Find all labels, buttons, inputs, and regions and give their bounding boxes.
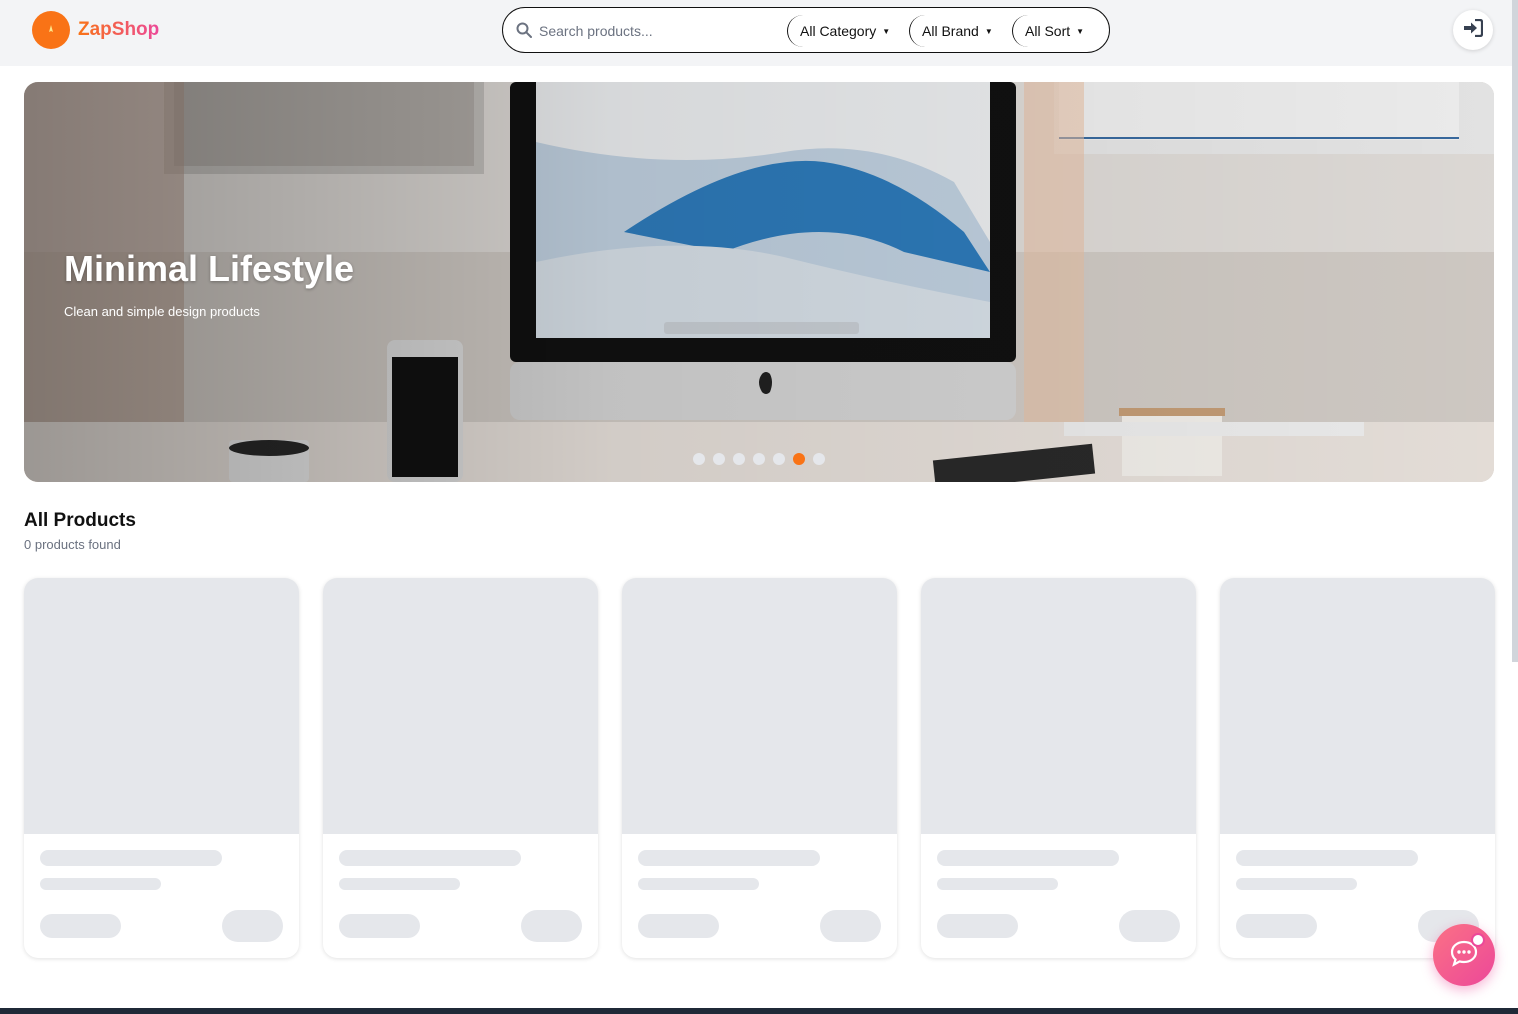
carousel-dot-2[interactable] — [713, 453, 725, 465]
sort-filter-label: All Sort — [1025, 23, 1071, 39]
carousel-dot-4[interactable] — [753, 453, 765, 465]
carousel-dots — [693, 453, 825, 465]
skeleton-image — [323, 578, 598, 834]
chat-button[interactable] — [1433, 924, 1495, 986]
brand-filter[interactable]: All Brand ▼ — [909, 15, 1005, 47]
skeleton-title — [339, 850, 521, 866]
product-card-skeleton — [921, 578, 1196, 958]
notification-dot — [1471, 933, 1485, 947]
caret-down-icon: ▼ — [984, 26, 993, 36]
sign-in-icon — [1463, 18, 1484, 42]
brand-logo[interactable]: ZapShop — [32, 11, 159, 49]
footer-edge — [0, 1008, 1518, 1014]
section-title: All Products — [24, 510, 136, 531]
skeleton-price — [40, 914, 121, 938]
skeleton-price — [638, 914, 719, 938]
top-header: ZapShop All Category ▼ All Brand ▼ All S… — [0, 0, 1518, 66]
skeleton-button — [1119, 910, 1180, 942]
brand-name: ZapShop — [78, 19, 160, 40]
page-scrollbar[interactable] — [1512, 0, 1518, 662]
search-bar: All Category ▼ All Brand ▼ All Sort ▼ — [502, 7, 1110, 53]
skeleton-title — [937, 850, 1119, 866]
skeleton-image — [24, 578, 299, 834]
hero-title: Minimal Lifestyle — [64, 248, 355, 289]
skeleton-button — [820, 910, 881, 942]
skeleton-subtitle — [1236, 878, 1357, 890]
carousel-dot-1[interactable] — [693, 453, 705, 465]
product-grid — [24, 578, 1495, 958]
product-count: 0 products found — [24, 537, 121, 552]
logo-icon — [32, 11, 70, 49]
skeleton-price — [1236, 914, 1317, 938]
hero-banner[interactable]: Minimal Lifestyle Clean and simple desig… — [24, 82, 1494, 482]
login-button[interactable] — [1453, 10, 1493, 50]
category-filter[interactable]: All Category ▼ — [787, 15, 902, 47]
brand-filter-label: All Brand — [922, 23, 979, 39]
skeleton-image — [1220, 578, 1495, 834]
skeleton-subtitle — [937, 878, 1058, 890]
skeleton-price — [937, 914, 1018, 938]
sort-filter[interactable]: All Sort ▼ — [1012, 15, 1096, 47]
skeleton-price — [339, 914, 420, 938]
product-card-skeleton — [24, 578, 299, 958]
carousel-dot-6-active[interactable] — [793, 453, 805, 465]
search-input[interactable] — [539, 19, 779, 43]
product-card-skeleton — [323, 578, 598, 958]
carousel-dot-7[interactable] — [813, 453, 825, 465]
product-card-skeleton — [1220, 578, 1495, 958]
skeleton-button — [222, 910, 283, 942]
skeleton-title — [1236, 850, 1418, 866]
caret-down-icon: ▼ — [1076, 26, 1085, 36]
skeleton-image — [921, 578, 1196, 834]
skeleton-button — [521, 910, 582, 942]
skeleton-image — [622, 578, 897, 834]
skeleton-title — [40, 850, 222, 866]
caret-down-icon: ▼ — [882, 26, 891, 36]
skeleton-subtitle — [339, 878, 460, 890]
product-card-skeleton — [622, 578, 897, 958]
carousel-dot-5[interactable] — [773, 453, 785, 465]
carousel-dot-3[interactable] — [733, 453, 745, 465]
skeleton-title — [638, 850, 820, 866]
hero-subtitle: Clean and simple design products — [64, 304, 260, 319]
skeleton-subtitle — [40, 878, 161, 890]
search-icon — [516, 22, 532, 43]
skeleton-subtitle — [638, 878, 759, 890]
category-filter-label: All Category — [800, 23, 877, 39]
